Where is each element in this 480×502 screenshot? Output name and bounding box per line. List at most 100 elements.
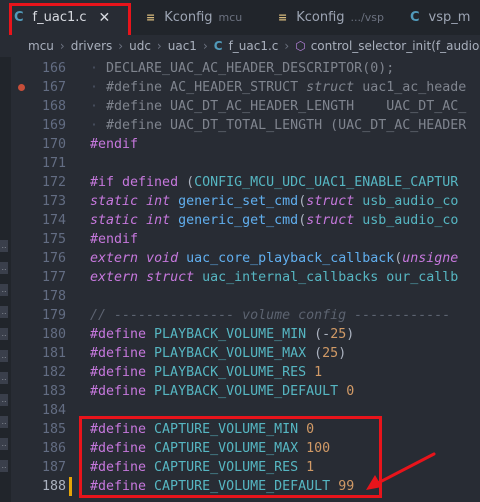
code-line[interactable]: 183 #define PLAYBACK_VOLUME_DEFAULT 0 xyxy=(0,382,480,401)
breadcrumb-symbol[interactable]: control_selector_init(f_audio xyxy=(311,39,480,53)
code-line[interactable]: 170 #endif xyxy=(0,135,480,154)
code-token: #define xyxy=(90,384,155,399)
red-arrow-annotation xyxy=(366,452,436,490)
code-token: usb_audio_co xyxy=(354,213,459,228)
code-token: · xyxy=(90,80,107,95)
tab-description: mcu xyxy=(218,11,243,24)
line-number: 170 xyxy=(41,137,66,152)
code-text: extern struct uac_internal_callbacks our… xyxy=(90,268,458,287)
code-text: #define PLAYBACK_VOLUME_RES 1 xyxy=(90,363,322,382)
code-line[interactable]: 168 · #define UAC_DT_AC_HEADER_LENGTH UAC… xyxy=(0,97,480,116)
code-token: static xyxy=(90,213,139,228)
code-text: · #define UAC_DT_TOTAL_LENGTH (UAC_DT_AC… xyxy=(90,116,466,135)
capture-volume-highlight-box xyxy=(79,416,382,498)
line-number: 183 xyxy=(41,384,66,399)
breadcrumb-item[interactable]: drivers xyxy=(71,39,113,53)
code-line[interactable]: 181 #define PLAYBACK_VOLUME_MAX (25) xyxy=(0,344,480,363)
line-number: 188 xyxy=(41,479,66,494)
tab-vsp-m[interactable]: C vsp_m xyxy=(396,0,480,35)
chevron-right-icon: › xyxy=(59,39,65,53)
code-token: // --------------- volume config -------… xyxy=(90,308,451,323)
code-line[interactable]: 176 extern void uac_core_playback_callbac… xyxy=(0,249,480,268)
code-line[interactable]: 178 xyxy=(0,287,480,306)
code-token: uac_core_playback_callback xyxy=(186,251,395,266)
modified-line-indicator xyxy=(69,477,72,496)
code-token: uac_internal_callbacks our_callb xyxy=(194,270,459,285)
code-token: struct xyxy=(306,80,355,95)
breadcrumb-file[interactable]: f_uac1.c xyxy=(229,39,279,53)
breadcrumb-item[interactable]: udc xyxy=(129,39,151,53)
tab-kconfig-mcu[interactable]: ≡ Kconfig mcu xyxy=(132,0,262,35)
code-token: #define AC_HEADER_STRUCT xyxy=(106,80,307,95)
code-line[interactable]: 172 #if defined (CONFIG_MCU_UDC_UAC1_ENAB… xyxy=(0,173,480,192)
line-number: 181 xyxy=(41,346,66,361)
code-text: extern void uac_core_playback_callback(u… xyxy=(90,249,458,268)
tab-kconfig-vsp[interactable]: ≡ Kconfig .../vsp xyxy=(264,0,394,35)
c-file-icon: C xyxy=(410,10,420,25)
code-text: #define PLAYBACK_VOLUME_MAX (25) xyxy=(90,344,346,363)
code-line[interactable]: 171 xyxy=(0,154,480,173)
code-token: ( xyxy=(186,175,195,190)
line-number: 185 xyxy=(41,422,66,437)
c-file-icon: C xyxy=(213,39,223,53)
code-line[interactable]: 173 static int generic_set_cmd(struct usb… xyxy=(0,192,480,211)
code-token: (- xyxy=(306,327,331,342)
code-token: ) xyxy=(338,346,347,361)
config-file-icon: ≡ xyxy=(146,11,156,24)
code-token: DECLARE_UAC_AC_HEADER_DESCRIPTOR(0); xyxy=(106,61,395,76)
line-number: 187 xyxy=(41,460,66,475)
code-line[interactable]: 182 #define PLAYBACK_VOLUME_RES 1 xyxy=(0,363,480,382)
code-line[interactable]: 167 · #define AC_HEADER_STRUCT struct uac… xyxy=(0,78,480,97)
breadcrumb-item[interactable]: mcu xyxy=(28,39,54,53)
breadcrumb-item[interactable]: uac1 xyxy=(168,39,197,53)
line-number: 176 xyxy=(41,251,66,266)
tab-description: .../vsp xyxy=(350,11,384,24)
code-token: extern xyxy=(90,251,139,266)
breadcrumb: mcu › drivers › udc › uac1 › C f_uac1.c › ⬡ c… xyxy=(0,35,480,57)
code-token: PLAYBACK_VOLUME_MAX xyxy=(154,346,307,361)
code-text: #if defined (CONFIG_MCU_UDC_UAC1_ENABLE_… xyxy=(90,173,458,192)
code-token: generic_get_cmd xyxy=(178,213,299,228)
code-token: CONFIG_MCU_UDC_UAC1_ENABLE_CAPTUR xyxy=(194,175,459,190)
code-token: ( xyxy=(306,346,323,361)
code-token: static xyxy=(90,194,139,209)
tab-label: Kconfig xyxy=(296,10,345,25)
line-number: 171 xyxy=(41,156,66,171)
code-token: ) xyxy=(346,327,355,342)
code-line[interactable]: 179 // --------------- volume config ----… xyxy=(0,306,480,325)
code-line[interactable]: 180 #define PLAYBACK_VOLUME_MIN (-25) xyxy=(0,325,480,344)
code-line[interactable]: 166 · DECLARE_UAC_AC_HEADER_DESCRIPTOR(0)… xyxy=(0,59,480,78)
line-number: 166 xyxy=(41,61,66,76)
code-token: void xyxy=(146,251,179,266)
code-token: · xyxy=(90,99,107,114)
code-token: 0 xyxy=(346,384,355,399)
line-number: 174 xyxy=(41,213,66,228)
code-token: generic_set_cmd xyxy=(178,194,299,209)
chevron-right-icon: › xyxy=(202,39,208,53)
line-number: 186 xyxy=(41,441,66,456)
function-symbol-icon: ⬡ xyxy=(295,39,306,53)
code-text: // --------------- volume config -------… xyxy=(90,306,450,325)
code-token: int xyxy=(146,213,171,228)
line-number: 167 xyxy=(41,80,66,95)
code-text: #define PLAYBACK_VOLUME_MIN (-25) xyxy=(90,325,354,344)
line-number: 173 xyxy=(41,194,66,209)
code-token: uac1_ac_heade xyxy=(354,80,467,95)
code-line[interactable]: 177 extern struct uac_internal_callbacks … xyxy=(0,268,480,287)
line-number: 168 xyxy=(41,99,66,114)
code-token: struct xyxy=(306,194,355,209)
code-line[interactable]: 174 static int generic_get_cmd(struct usb… xyxy=(0,211,480,230)
line-number: 178 xyxy=(41,289,66,304)
code-line[interactable]: 175 #endif xyxy=(0,230,480,249)
code-token: #define UAC_DT_TOTAL_LENGTH (UAC_DT_AC_H… xyxy=(106,118,467,133)
line-number: 175 xyxy=(41,232,66,247)
code-token: unsigne xyxy=(402,251,459,266)
code-line[interactable]: 169 · #define UAC_DT_TOTAL_LENGTH (UAC_DT… xyxy=(0,116,480,135)
